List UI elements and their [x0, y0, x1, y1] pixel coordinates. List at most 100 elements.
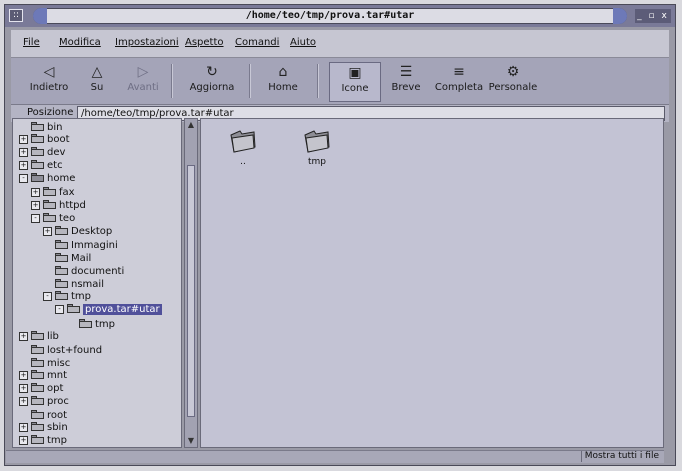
collapse-icon[interactable]: - [31, 213, 40, 223]
collapse-icon[interactable]: - [19, 174, 28, 184]
file-icon-view[interactable]: .. tmp [200, 118, 664, 448]
tree-item-label: Immagini [71, 239, 118, 251]
reload-button[interactable]: ↻ Aggiorna [183, 62, 241, 102]
tree-item[interactable]: + boot [19, 133, 70, 146]
tree-item-label: misc [47, 357, 71, 369]
directory-tree[interactable]: bin + boot + dev + etc - home + fax + httpd - teo + Desk… [12, 118, 182, 448]
back-button[interactable]: ◁ Indietro [25, 62, 73, 102]
tree-item[interactable]: Immagini [43, 238, 118, 251]
custom-view-icon: ⚙ [506, 64, 520, 80]
folder-icon [31, 383, 44, 392]
folder-icon [43, 199, 56, 209]
tree-item[interactable]: + Desktop [43, 225, 112, 238]
tree-item[interactable]: misc [19, 356, 70, 369]
folder-icon [55, 239, 68, 249]
file-item-tmp[interactable]: tmp [287, 127, 347, 167]
tree-item[interactable]: nsmail [43, 277, 104, 290]
collapse-icon[interactable]: - [43, 292, 52, 302]
expand-icon[interactable]: + [19, 370, 28, 380]
tree-item[interactable]: - teo [31, 212, 75, 225]
folder-icon [43, 212, 56, 222]
tree-item[interactable]: + tmp [19, 434, 67, 447]
folder-icon [31, 147, 44, 157]
tree-item[interactable]: bin [19, 120, 62, 133]
tree-item[interactable]: + sbin [19, 421, 68, 434]
tree-item[interactable]: lost+found [19, 343, 102, 356]
expand-icon[interactable]: + [19, 148, 28, 158]
scrollbar-thumb[interactable] [187, 165, 195, 417]
view-full-button[interactable]: ≡ Completa [431, 62, 487, 102]
title-pill[interactable]: /home/teo/tmp/prova.tar#utar [33, 8, 627, 24]
tree-item-label: Desktop [71, 225, 113, 237]
tree-item[interactable]: root [19, 408, 67, 421]
menu-aspetto[interactable]: Aspetto [185, 37, 224, 48]
view-brief-button[interactable]: ☰ Breve [385, 62, 427, 102]
expand-icon[interactable]: + [19, 384, 28, 393]
expand-icon[interactable]: + [19, 397, 28, 407]
tree-item-label: nsmail [71, 279, 104, 291]
folder-icon [55, 253, 68, 262]
up-label: Su [90, 82, 104, 93]
folder-icon [79, 318, 92, 328]
expand-icon[interactable]: + [19, 423, 28, 433]
menu-file[interactable]: File [23, 37, 40, 48]
window-controls[interactable]: _ ▫ x [635, 9, 671, 23]
tree-item-label: root [47, 410, 68, 422]
tree-item-label: tmp [47, 435, 68, 447]
menu-modifica[interactable]: Modifica [59, 37, 101, 48]
expand-icon[interactable]: + [19, 161, 28, 171]
expand-icon[interactable]: + [43, 226, 52, 236]
tree-item[interactable]: Mail [43, 251, 91, 264]
title-pill-right-cap [613, 8, 627, 24]
tree-item[interactable]: + proc [19, 395, 69, 408]
window-menu-button[interactable]: :: [9, 9, 23, 22]
forward-button[interactable]: ▷ Avanti [121, 62, 165, 102]
expand-icon[interactable]: + [19, 135, 28, 145]
folder-icon [304, 130, 330, 153]
expand-icon[interactable]: + [19, 436, 28, 446]
expand-icon[interactable]: + [19, 331, 28, 341]
tree-item[interactable]: + etc [19, 159, 63, 172]
reload-label: Aggiorna [189, 82, 235, 93]
view-icons-button[interactable]: ▣ Icone [329, 62, 381, 102]
folder-icon [31, 344, 44, 354]
expand-icon[interactable]: + [31, 200, 40, 210]
tree-scrollbar[interactable]: ▲ ▼ [184, 118, 198, 448]
forward-label: Avanti [127, 82, 159, 93]
tree-item-label: sbin [47, 422, 68, 434]
folder-icon [67, 304, 80, 314]
tree-item-label: prova.tar#utar [83, 304, 162, 316]
menu-comandi[interactable]: Comandi [235, 37, 279, 48]
tree-item[interactable]: + dev [19, 146, 65, 159]
show-all-files-toggle[interactable]: Mostra tutti i file [580, 451, 662, 462]
up-button[interactable]: △ Su [77, 62, 117, 102]
folder-icon [55, 266, 68, 276]
tree-item-label: etc [47, 160, 63, 172]
title-bar[interactable]: :: /home/teo/tmp/prova.tar#utar _ ▫ x [5, 5, 675, 27]
tree-item[interactable]: + mnt [19, 369, 67, 382]
icons-label: Icone [341, 83, 369, 94]
tree-item[interactable]: + opt [19, 382, 63, 395]
tree-item[interactable]: + lib [19, 330, 59, 343]
tree-item[interactable]: - home [19, 172, 75, 185]
collapse-icon[interactable]: - [55, 305, 64, 315]
menu-impostazioni[interactable]: Impostazioni [115, 37, 179, 48]
scroll-up-arrow-icon[interactable]: ▲ [186, 120, 196, 130]
home-button[interactable]: ⌂ Home [259, 62, 307, 102]
view-custom-button[interactable]: ⚙ Personale [485, 62, 541, 102]
scroll-down-arrow-icon[interactable]: ▼ [186, 436, 196, 446]
tree-item[interactable]: + fax [31, 186, 75, 199]
tree-item[interactable]: documenti [43, 264, 124, 277]
folder-icon [31, 122, 44, 131]
expand-icon[interactable]: + [31, 187, 40, 197]
folder-icon [31, 330, 44, 340]
file-item-parent[interactable]: .. [213, 127, 273, 167]
tree-item[interactable]: - prova.tar#utar [55, 303, 162, 316]
tree-item-label: dev [47, 147, 66, 159]
menu-aiuto[interactable]: Aiuto [290, 37, 316, 48]
tree-item[interactable]: tmp [67, 317, 115, 330]
tree-item[interactable]: + httpd [31, 199, 86, 212]
tree-item[interactable]: - tmp [43, 290, 91, 303]
